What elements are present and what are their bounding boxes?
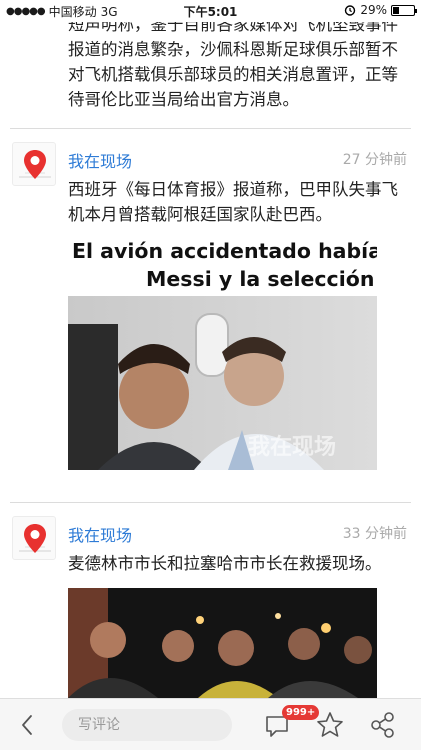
continued-article-text: 短声明称，鉴于目前各家媒体对飞机坠毁事件报道的消息繁杂，沙佩科恩斯足球俱乐部暂不… <box>68 15 398 109</box>
status-bar: ●●●●● 中国移动 3G 下午5:01 29% <box>0 0 421 22</box>
image-caption-line1: El avión accidentado había <box>72 239 377 263</box>
image-caption-line2: Messi y la selección <box>146 267 374 291</box>
battery-fill <box>393 6 399 14</box>
star-icon <box>317 712 343 737</box>
post-time: 27 分钟前 <box>342 152 407 168</box>
alarm-icon <box>345 5 356 16</box>
location-pin-icon <box>19 524 51 553</box>
image-watermark: 我在现场 <box>248 434 336 460</box>
location-pin-icon <box>19 150 51 179</box>
live-post: 我在现场 27 分钟前 西班牙《每日体育报》报道称，巴甲队失事飞机本月曾搭载阿根… <box>0 128 421 498</box>
avatar[interactable] <box>12 516 56 560</box>
post-author[interactable]: 我在现场 <box>68 148 132 172</box>
post-time: 33 分钟前 <box>342 526 407 542</box>
live-post: 我在现场 33 分钟前 麦德林市市长和拉塞哈市市长在救援现场。 <box>0 502 421 698</box>
share-button[interactable] <box>367 709 399 741</box>
post-photo[interactable] <box>68 588 377 698</box>
post-text: 西班牙《每日体育报》报道称，巴甲队失事飞机本月曾搭载阿根廷国家队赴巴西。 <box>68 180 398 224</box>
post-text: 麦德林市市长和拉塞哈市市长在救援现场。 <box>68 554 382 573</box>
avatar[interactable] <box>12 142 56 186</box>
battery-icon <box>391 4 417 16</box>
favorite-button[interactable] <box>314 709 346 741</box>
post-photo[interactable]: 我在现场 El avión accidentado había Messi y … <box>68 234 377 470</box>
comment-input[interactable] <box>62 709 232 741</box>
news-feed[interactable]: 短声明称，鉴于目前各家媒体对飞机坠毁事件报道的消息繁杂，沙佩科恩斯足球俱乐部暂不… <box>0 0 421 698</box>
post-author[interactable]: 我在现场 <box>68 522 132 546</box>
battery-percent: 29% <box>360 3 387 17</box>
bottom-toolbar: 999+ <box>0 698 421 750</box>
back-button[interactable] <box>14 711 42 739</box>
share-icon <box>371 712 394 738</box>
back-icon <box>22 715 32 735</box>
